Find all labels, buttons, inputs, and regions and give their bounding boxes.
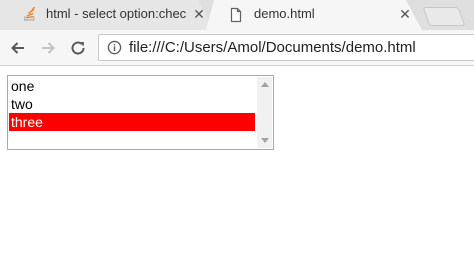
forward-arrow-icon bbox=[42, 42, 55, 54]
reload-button[interactable] bbox=[68, 38, 88, 58]
info-icon[interactable] bbox=[107, 40, 122, 55]
option-two[interactable]: two bbox=[9, 95, 255, 113]
option-one[interactable]: one bbox=[9, 77, 255, 95]
close-tab-icon[interactable]: ✕ bbox=[192, 7, 206, 21]
tab-demo[interactable]: demo.html ✕ bbox=[206, 0, 422, 30]
scrollbar[interactable] bbox=[257, 77, 272, 148]
address-bar[interactable]: file:///C:/Users/Amol/Documents/demo.htm… bbox=[98, 34, 474, 61]
option-three[interactable]: three bbox=[9, 113, 255, 131]
document-icon bbox=[230, 7, 242, 23]
tab-stackoverflow[interactable]: html - select option:checked ✕ bbox=[0, 0, 214, 30]
tab-title: html - select option:checked bbox=[46, 6, 186, 21]
browser-toolbar: file:///C:/Users/Amol/Documents/demo.htm… bbox=[0, 30, 474, 66]
tab-strip: html - select option:checked ✕ demo.html… bbox=[0, 0, 474, 30]
close-tab-icon[interactable]: ✕ bbox=[398, 7, 412, 21]
back-arrow-icon bbox=[11, 42, 24, 54]
url-text: file:///C:/Users/Amol/Documents/demo.htm… bbox=[129, 39, 416, 56]
tab-title: demo.html bbox=[254, 6, 315, 21]
scroll-up-arrow-icon[interactable] bbox=[261, 82, 269, 87]
forward-button[interactable] bbox=[38, 38, 58, 58]
reload-icon bbox=[71, 41, 85, 55]
back-button[interactable] bbox=[8, 38, 28, 58]
select-listbox[interactable]: one two three bbox=[7, 75, 274, 150]
stack-overflow-icon bbox=[24, 7, 36, 21]
scroll-down-arrow-icon[interactable] bbox=[261, 138, 269, 143]
new-tab-button[interactable] bbox=[422, 7, 466, 26]
